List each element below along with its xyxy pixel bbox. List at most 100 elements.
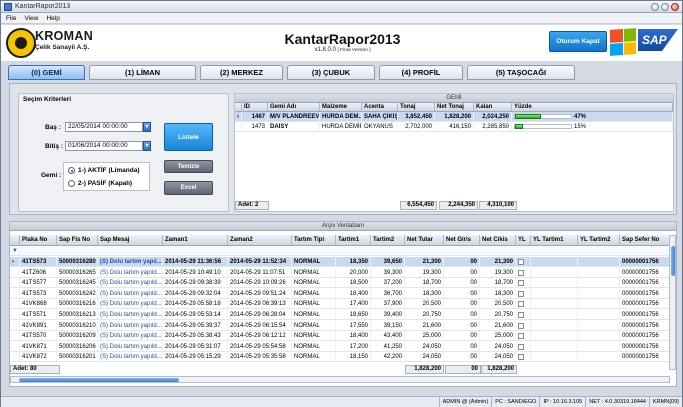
col-malzeme[interactable]: Malzeme: [320, 103, 362, 111]
yl-checkbox-cell: [516, 320, 531, 330]
row-indicator: [10, 299, 20, 309]
yl-checkbox[interactable]: [518, 311, 524, 318]
col-plaka[interactable]: Plaka No: [20, 235, 57, 245]
col-sap-fis[interactable]: Sap Fis No: [57, 235, 98, 245]
filter-group: Seçim Kriterleri Baş : 22/05/2014 00:00:…: [18, 93, 229, 212]
filter-row[interactable]: ▼: [10, 247, 670, 256]
progress-bar: [514, 113, 572, 119]
tab-liman[interactable]: (1) LİMAN: [89, 65, 196, 80]
filter-title: Seçim Kriterleri: [23, 96, 72, 103]
gemi-panel: Seçim Kriterleri Baş : 22/05/2014 00:00:…: [9, 83, 677, 215]
table-row[interactable]: 41TS577 50000316245 (S) Dolu tartım yapıld…: [10, 278, 670, 289]
arsiv-horizontal-scrollbar[interactable]: [10, 376, 670, 383]
gemi-grid-header: ID Gemi Adı Malzeme Acenta Tonaj Net Ton…: [235, 103, 673, 112]
col-zaman2[interactable]: Zaman2: [228, 235, 292, 245]
col-tartim1[interactable]: Tartim1: [336, 235, 371, 245]
table-row[interactable]: 41VK872 50000316201 (S) Dolu tartım yapıld…: [10, 352, 670, 363]
menu-file[interactable]: File: [6, 15, 16, 22]
maximize-button[interactable]: [661, 3, 669, 11]
col-kalan[interactable]: Kalan: [474, 103, 512, 111]
app-window: KantarRapor2013 File View Help KROMAN Çe…: [0, 0, 683, 407]
table-row[interactable]: › 41TS573 50000316280 (S) Dolu tartım yapıl…: [10, 257, 670, 267]
title-bar: KantarRapor2013: [1, 1, 682, 13]
menu-bar: File View Help: [1, 13, 682, 24]
col-acenta[interactable]: Acenta: [362, 103, 398, 111]
col-yl[interactable]: YL: [516, 235, 531, 245]
col-sap-sefer[interactable]: Sap Sefer No: [620, 235, 670, 245]
row-indicator: [10, 352, 20, 362]
row-indicator: [10, 288, 20, 298]
col-yl-tartim1[interactable]: YL Tartim1: [531, 235, 578, 245]
status-user: ADMIN @ (Admin): [438, 397, 492, 407]
yl-checkbox[interactable]: [518, 290, 524, 297]
gemi-row[interactable]: 1473 DAISY HURDA DEMİR OKYANUS 2,702,000…: [235, 122, 673, 132]
radio-passive[interactable]: 2-) PASİF (Kapalı): [68, 180, 132, 187]
gemi-count: Adet: 2: [235, 201, 269, 210]
gemi-grid: GEMİ ID Gemi Adı Malzeme Acenta Tonaj Ne…: [234, 93, 674, 212]
col-net-tutar[interactable]: Net Tutar: [405, 235, 444, 245]
col-yuzde[interactable]: Yüzde: [512, 103, 673, 111]
col-sap-mesaj[interactable]: Sap Mesaj: [98, 235, 163, 245]
yl-checkbox[interactable]: [518, 301, 524, 308]
table-row[interactable]: 41VK871 50000316206 (S) Dolu tartım yapıld…: [10, 341, 670, 352]
col-id[interactable]: ID: [242, 103, 268, 111]
col-zaman1[interactable]: Zaman1: [163, 235, 228, 245]
col-net-tonaj[interactable]: Net Tonaj: [435, 103, 474, 111]
ship-label: Gemi :: [41, 172, 62, 179]
minimize-button[interactable]: [651, 3, 659, 11]
tab-profil[interactable]: (4) PROFİL: [379, 65, 463, 80]
radio-active[interactable]: 1-) AKTİF (Limanda): [68, 167, 140, 174]
tab-merkez[interactable]: (2) MERKEZ: [200, 65, 283, 80]
status-pc: PC : SANDIEGO: [491, 397, 539, 407]
row-indicator: [10, 320, 20, 330]
yl-checkbox[interactable]: [518, 280, 524, 287]
col-net-giris[interactable]: Net Giris: [444, 235, 480, 245]
main-tabs: (0) GEMİ (1) LİMAN (2) MERKEZ (3) ÇUBUK …: [8, 65, 678, 81]
status-bar: ADMIN @ (Admin) PC : SANDIEGO IP : 10.16…: [1, 396, 682, 407]
yl-checkbox[interactable]: [518, 258, 524, 265]
end-date-input[interactable]: 01/06/2014 00:00:00: [65, 141, 143, 151]
yl-checkbox[interactable]: [518, 354, 524, 361]
col-tonaj[interactable]: Tonaj: [398, 103, 435, 111]
yl-checkbox[interactable]: [518, 333, 524, 340]
gemi-row[interactable]: › 1467 M/V PLANDREEV HURDA DEM... SAHA Ç…: [235, 112, 673, 122]
filter-icon[interactable]: ▼: [10, 247, 20, 255]
row-indicator: [10, 267, 20, 277]
excel-button[interactable]: Excel: [164, 181, 213, 195]
logout-button[interactable]: Oturum Kapat: [549, 31, 607, 52]
col-net-cikis[interactable]: Net Cikis: [480, 235, 516, 245]
menu-view[interactable]: View: [24, 15, 38, 22]
table-row[interactable]: 41TZ606 50000316265 (S) Dolu tartım yapıld…: [10, 267, 670, 278]
close-button[interactable]: [671, 3, 679, 11]
yl-checkbox[interactable]: [518, 269, 524, 276]
arsiv-total-cikis: 1,828,200: [481, 365, 517, 374]
yl-checkbox-cell: [516, 341, 531, 351]
col-tartim2[interactable]: Tartim2: [371, 235, 405, 245]
col-tartim-tipi[interactable]: Tartım Tipi: [292, 235, 336, 245]
col-yl-tartim2[interactable]: YL Tartim2: [578, 235, 620, 245]
tab-cubuk[interactable]: (3) ÇUBUK: [287, 65, 375, 80]
start-date-picker-icon[interactable]: ▼: [143, 122, 151, 132]
menu-help[interactable]: Help: [46, 15, 59, 22]
current-row-indicator-icon: ›: [10, 257, 20, 266]
table-row[interactable]: 41VK868 50000316216 (S) Dolu tartım yapıld…: [10, 299, 670, 310]
table-row[interactable]: 41VK891 50000316210 (S) Dolu tartım yapıld…: [10, 320, 670, 331]
table-row[interactable]: 41TS573 50000316242 (S) Dolu tartım yapıld…: [10, 288, 670, 299]
yl-checkbox[interactable]: [518, 343, 524, 350]
yl-checkbox-cell: [516, 288, 531, 298]
yl-checkbox[interactable]: [518, 322, 524, 329]
tab-tasocagi[interactable]: (5) TAŞOCAĞI: [467, 65, 575, 80]
gemi-total-tonaj: 6,554,450: [400, 201, 437, 210]
status-net: NET : 4.0.30319.18444: [585, 397, 649, 407]
end-date-picker-icon[interactable]: ▼: [143, 141, 151, 151]
arsiv-vertical-scrollbar[interactable]: [669, 235, 676, 370]
yl-checkbox-cell: [516, 267, 531, 277]
col-gemi-adi[interactable]: Gemi Adı: [268, 103, 320, 111]
start-date-input[interactable]: 22/05/2014 00:00:00: [65, 122, 143, 132]
clear-button[interactable]: Temizle: [164, 160, 213, 173]
tab-gemi[interactable]: (0) GEMİ: [8, 65, 85, 80]
list-button[interactable]: Listele: [164, 123, 213, 151]
version-tag: [ Final Version ]: [337, 48, 371, 53]
table-row[interactable]: 41TS571 50000316213 (S) Dolu tartım yapıld…: [10, 310, 670, 320]
table-row[interactable]: 41TS570 50000316209 (S) Dolu tartım yapıld…: [10, 331, 670, 342]
